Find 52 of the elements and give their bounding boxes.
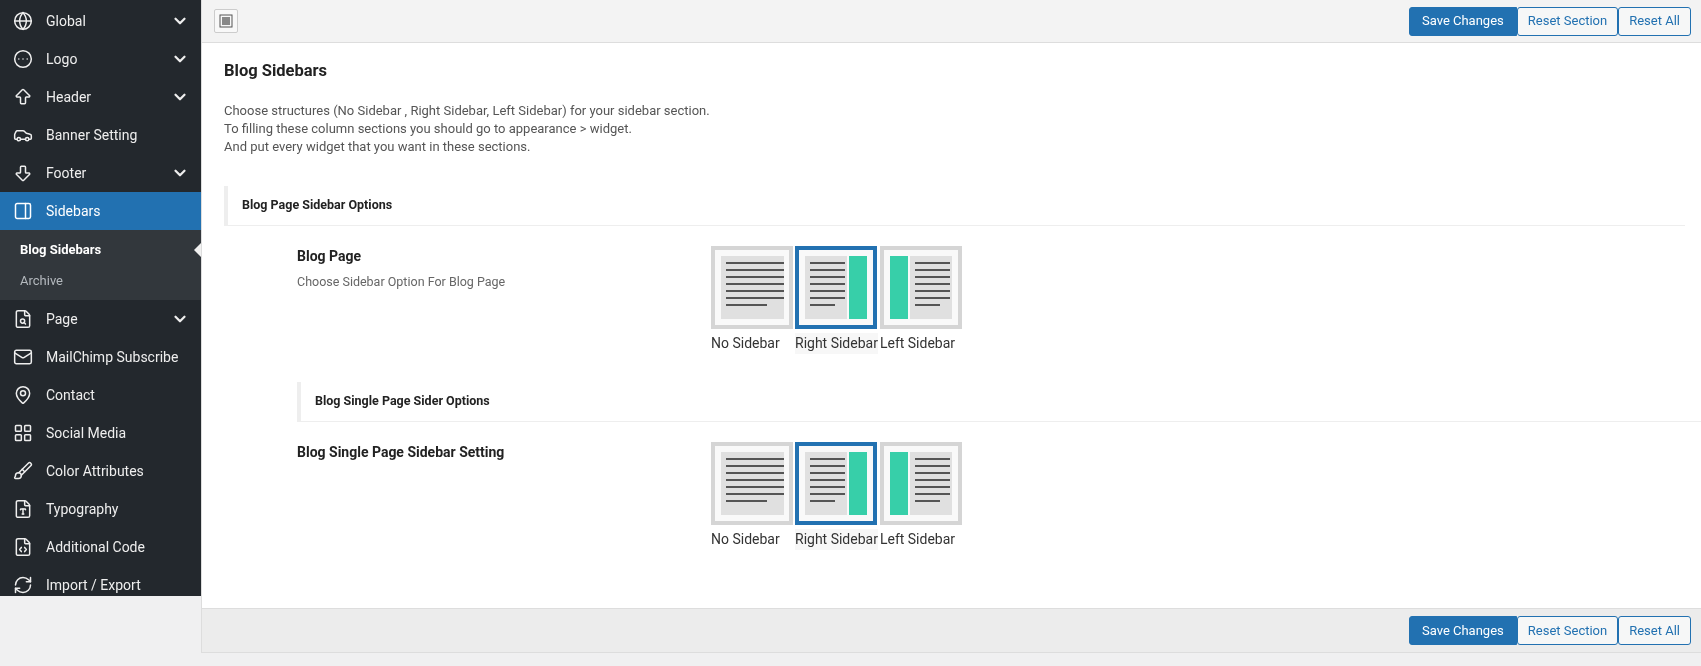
menu-item[interactable]: Sidebars <box>0 192 201 230</box>
option-label: No Sidebar <box>711 529 780 549</box>
reset-button[interactable]: Reset Section <box>1516 616 1619 645</box>
panel-icon <box>219 14 233 28</box>
field-label: Blog Single Page Sidebar Setting <box>297 442 506 462</box>
menu-item[interactable]: Header <box>0 78 201 116</box>
menu-item[interactable]: Color Attributes <box>0 452 201 490</box>
option-label: Left Sidebar <box>879 529 956 549</box>
menu-item[interactable]: Footer <box>0 154 201 192</box>
menu-item[interactable]: Social Media <box>0 414 201 452</box>
code-file-icon <box>13 537 33 557</box>
group-heading: Blog Single Page Sider Options <box>297 381 1701 422</box>
layout-option[interactable] <box>795 245 877 329</box>
arrow-up-icon <box>13 87 33 107</box>
layout-toggle-button[interactable] <box>214 9 238 33</box>
menu-item[interactable]: Banner Setting <box>0 116 201 154</box>
description-text: Choose structures (No Sidebar , Right Sidebar, Left Sidebar) for your sidebar section. <box>224 101 711 120</box>
menu-item[interactable]: MailChimp Subscribe <box>0 338 201 376</box>
reset-button[interactable]: Reset Section <box>1516 6 1619 36</box>
sidebar-layout-icon <box>13 201 33 221</box>
option-label: Right Sidebar <box>795 332 878 354</box>
font-file-icon <box>13 499 33 519</box>
layout-option[interactable] <box>795 441 877 525</box>
reset-button[interactable]: Reset All <box>1618 616 1691 645</box>
save-button[interactable]: Save Changes <box>1408 616 1517 645</box>
description-text: And put every widget that you want in these sections. <box>224 137 532 156</box>
grid-icon <box>13 423 33 443</box>
menu-item[interactable]: Typography <box>0 490 201 528</box>
menu-item[interactable]: Contact <box>0 376 201 414</box>
envelope-icon <box>13 347 33 367</box>
field-label: Blog Page <box>297 246 363 266</box>
submenu-item[interactable]: Archive <box>0 265 201 296</box>
option-label: Right Sidebar <box>795 528 878 550</box>
section-title: Blog Sidebars <box>224 60 329 82</box>
menu-item[interactable]: Additional Code <box>0 528 201 566</box>
brush-icon <box>13 461 33 481</box>
save-button[interactable]: Save Changes <box>1408 6 1517 36</box>
map-pin-icon <box>13 385 33 405</box>
option-label: No Sidebar <box>711 333 780 353</box>
reset-button[interactable]: Reset All <box>1618 6 1691 36</box>
refresh-icon <box>13 575 33 595</box>
option-label: Left Sidebar <box>879 333 956 353</box>
description-text: To filling these column sections you should go to appearance > widget. <box>224 119 633 138</box>
menu-item[interactable]: Page <box>0 300 201 338</box>
page-search-icon <box>13 309 33 329</box>
menu-item[interactable]: Global <box>0 2 201 40</box>
menu-item[interactable]: Import / Export <box>0 566 201 604</box>
globe-icon <box>13 11 33 31</box>
field-hint: Choose Sidebar Option For Blog Page <box>297 272 507 291</box>
menu-item[interactable]: Logo <box>0 40 201 78</box>
group-heading: Blog Page Sidebar Options <box>224 185 1685 226</box>
arrow-down-icon <box>13 163 33 183</box>
